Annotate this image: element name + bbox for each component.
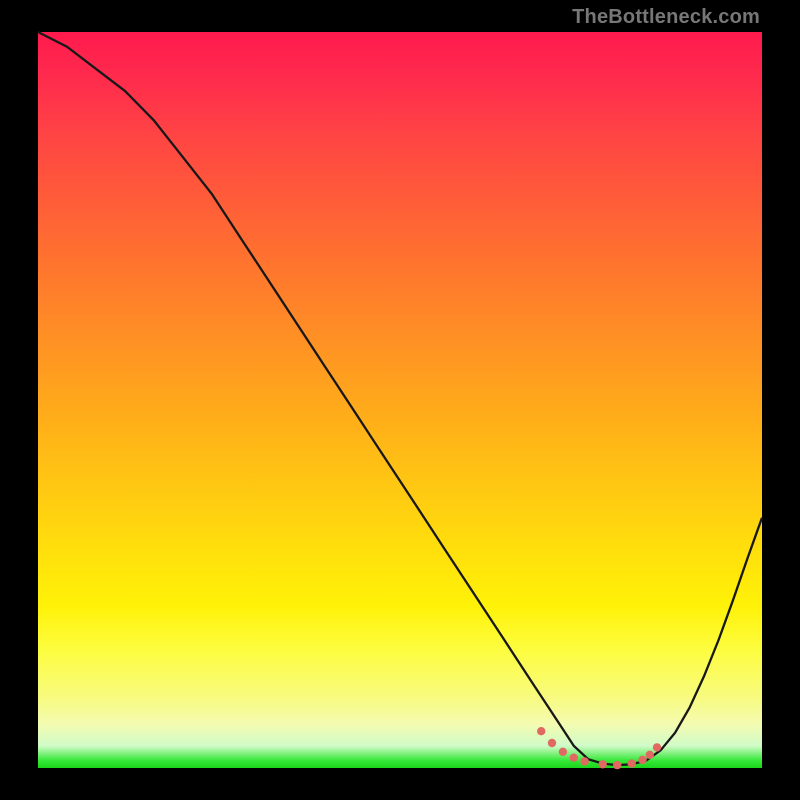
highlight-dots	[537, 727, 661, 769]
highlight-dot	[628, 759, 636, 767]
highlight-dot	[580, 757, 588, 765]
highlight-dot	[653, 743, 661, 751]
highlight-dot	[599, 760, 607, 768]
chart-frame: TheBottleneck.com	[0, 0, 800, 800]
highlight-dot	[537, 727, 545, 735]
bottleneck-curve	[38, 32, 762, 765]
highlight-dot	[548, 739, 556, 747]
watermark-text: TheBottleneck.com	[572, 6, 760, 29]
highlight-dot	[613, 761, 621, 769]
highlight-dot	[638, 756, 646, 764]
curve-layer	[38, 32, 762, 768]
highlight-dot	[559, 748, 567, 756]
highlight-dot	[570, 754, 578, 762]
plot-area	[38, 32, 762, 768]
highlight-dot	[646, 751, 654, 759]
